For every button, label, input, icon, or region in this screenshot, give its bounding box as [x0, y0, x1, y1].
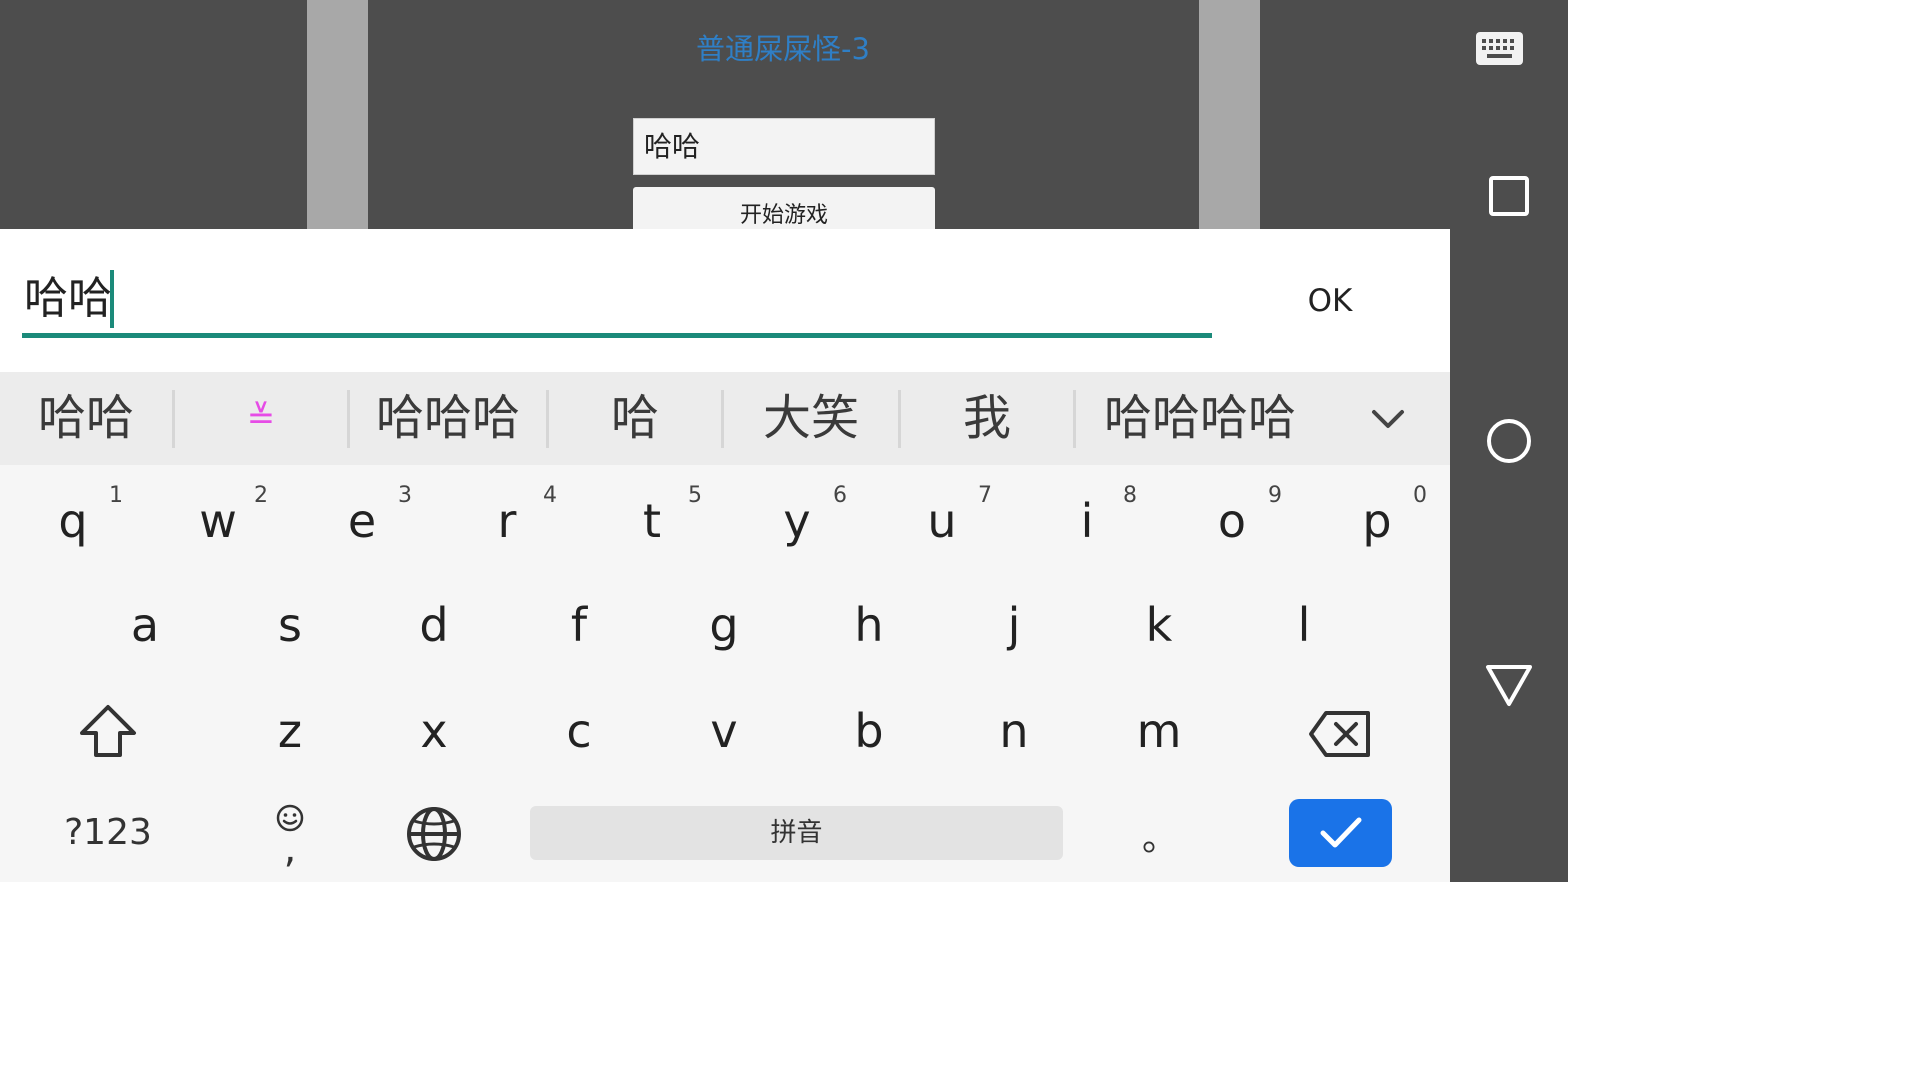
key-g[interactable]: g [654, 569, 794, 669]
key-b[interactable]: b [799, 675, 939, 775]
candidate-6[interactable]: 我 [901, 372, 1073, 465]
key-s[interactable]: s [220, 569, 360, 669]
key-m[interactable]: m [1089, 675, 1229, 775]
key-o[interactable]: o9 [1162, 465, 1302, 565]
check-icon [1320, 817, 1362, 848]
key-u[interactable]: u7 [872, 465, 1012, 565]
soft-keyboard: q1 w2 e3 r4 t5 y6 u7 i8 o9 p0 a s d f g … [0, 465, 1450, 882]
emoji-comma-key[interactable]: , [250, 803, 330, 869]
key-w[interactable]: w2 [148, 465, 288, 565]
key-z[interactable]: z [220, 675, 360, 775]
key-t[interactable]: t5 [582, 465, 722, 565]
key-n[interactable]: n [944, 675, 1084, 775]
left-pillar [307, 0, 368, 230]
key-h[interactable]: h [799, 569, 939, 669]
candidate-2[interactable]: ≚ [175, 372, 347, 465]
key-d[interactable]: d [364, 569, 504, 669]
key-c[interactable]: c [509, 675, 649, 775]
key-x[interactable]: x [364, 675, 504, 775]
candidate-5[interactable]: 大笑 [724, 372, 898, 465]
key-f[interactable]: f [509, 569, 649, 669]
key-a[interactable]: a [75, 569, 215, 669]
text-cursor [110, 270, 114, 328]
key-i[interactable]: i8 [1017, 465, 1157, 565]
extract-text-input[interactable]: 哈哈 [24, 269, 112, 329]
candidate-bar: 哈哈 ≚ 哈哈哈 哈 大笑 我 哈哈哈哈 [0, 372, 1450, 465]
candidate-1[interactable]: 哈哈 [0, 372, 172, 465]
key-j[interactable]: j [944, 569, 1084, 669]
backspace-icon[interactable] [1308, 709, 1372, 759]
key-v[interactable]: v [654, 675, 794, 775]
candidate-4[interactable]: 哈 [549, 372, 721, 465]
back-icon[interactable] [1485, 664, 1533, 708]
shift-icon[interactable] [78, 703, 138, 759]
comma-label: , [283, 826, 297, 872]
candidate-7[interactable]: 哈哈哈哈 [1076, 372, 1324, 465]
key-e[interactable]: e3 [292, 465, 432, 565]
enter-button[interactable] [1289, 799, 1392, 867]
right-pillar [1199, 0, 1260, 230]
globe-icon[interactable] [403, 803, 465, 865]
key-y[interactable]: y6 [727, 465, 867, 565]
home-icon[interactable] [1486, 418, 1532, 464]
key-q[interactable]: q1 [3, 465, 143, 565]
symbols-key[interactable]: ?123 [38, 803, 178, 863]
keyboard-icon[interactable] [1475, 31, 1524, 66]
ok-button[interactable]: OK [1290, 279, 1370, 323]
key-l[interactable]: l [1234, 569, 1374, 669]
key-r[interactable]: r4 [437, 465, 577, 565]
recents-icon[interactable] [1489, 176, 1529, 216]
space-key[interactable]: 拼音 [530, 806, 1063, 860]
period-key[interactable]: 。 [1120, 803, 1200, 863]
chevron-down-icon[interactable] [1366, 402, 1410, 434]
extract-text-panel: 哈哈 OK [0, 229, 1450, 372]
key-p[interactable]: p0 [1307, 465, 1447, 565]
screen: 普通屎屎怪-3 哈哈 开始游戏 哈哈 OK 哈哈 ≚ 哈哈哈 哈 大笑 我 哈哈… [0, 0, 1568, 882]
key-k[interactable]: k [1089, 569, 1229, 669]
game-title: 普通屎屎怪-3 [696, 32, 870, 66]
player-name-input[interactable]: 哈哈 [633, 118, 935, 175]
input-underline [22, 333, 1212, 338]
candidate-3[interactable]: 哈哈哈 [350, 372, 546, 465]
